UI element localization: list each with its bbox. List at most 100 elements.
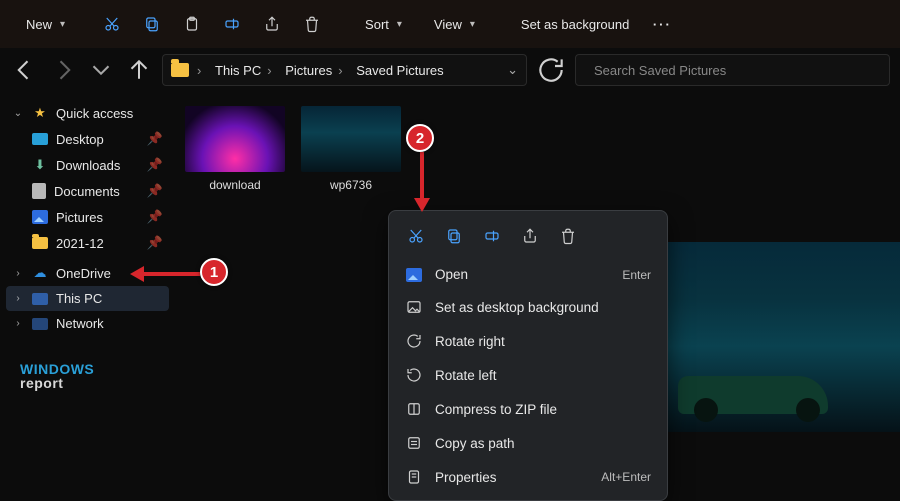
ctx-item-shortcut: Enter: [622, 268, 651, 282]
annotation-arrow-1: [142, 272, 200, 276]
ctx-properties[interactable]: Properties Alt+Enter: [389, 460, 667, 494]
paste-button[interactable]: [175, 7, 209, 41]
star-icon: ★: [32, 105, 48, 121]
sidebar-item-label: Documents: [54, 184, 120, 199]
annotation-badge-2: 2: [406, 124, 434, 152]
sidebar-item-thispc[interactable]: › This PC: [6, 286, 169, 311]
new-button[interactable]: New ▾: [10, 11, 75, 38]
ctx-item-label: Copy as path: [435, 436, 515, 451]
ctx-share-button[interactable]: [513, 221, 547, 251]
ctx-rename-button[interactable]: [475, 221, 509, 251]
sidebar-item-label: Desktop: [56, 132, 104, 147]
chevron-down-icon: ▾: [60, 19, 65, 30]
sidebar-item-network[interactable]: › Network: [6, 311, 169, 336]
thumbnail-image: [185, 106, 285, 172]
back-button[interactable]: [10, 55, 40, 85]
pc-icon: [32, 293, 48, 305]
sidebar-item-pictures[interactable]: Pictures 📌: [6, 204, 169, 230]
chevron-right-icon: ›: [197, 63, 207, 78]
more-button[interactable]: ···: [645, 7, 679, 41]
rename-button[interactable]: [215, 7, 249, 41]
view-button[interactable]: View ▾: [418, 11, 485, 38]
sidebar-item-desktop[interactable]: Desktop 📌: [6, 126, 169, 152]
cut-button[interactable]: [95, 7, 129, 41]
chevron-right-icon: ›: [12, 318, 24, 329]
windows-report-logo: WINDOWS report: [6, 362, 169, 390]
ctx-set-desktop-bg[interactable]: Set as desktop background: [389, 290, 667, 324]
thumbnail-label: wp6736: [301, 178, 401, 192]
copy-button[interactable]: [135, 7, 169, 41]
ctx-rotate-left[interactable]: Rotate left: [389, 358, 667, 392]
context-menu: Open Enter Set as desktop background Rot…: [388, 210, 668, 501]
search-box[interactable]: Search Saved Pictures: [575, 54, 890, 86]
breadcrumb-seg-pictures[interactable]: Pictures›: [285, 63, 348, 78]
sort-label: Sort: [365, 17, 389, 32]
ctx-item-label: Rotate left: [435, 368, 497, 383]
chevron-down-icon: ▾: [470, 19, 475, 30]
setbg-label: Set as background: [521, 17, 629, 32]
ctx-item-label: Compress to ZIP file: [435, 402, 557, 417]
sidebar-item-downloads[interactable]: ⬇ Downloads 📌: [6, 152, 169, 178]
new-label: New: [26, 17, 52, 32]
desktop-icon: [32, 133, 48, 145]
ctx-rotate-right[interactable]: Rotate right: [389, 324, 667, 358]
nav-row: › This PC› Pictures› Saved Pictures ⌄ Se…: [0, 48, 900, 92]
delete-button[interactable]: [295, 7, 329, 41]
pictures-icon: [32, 210, 48, 224]
ctx-delete-button[interactable]: [551, 221, 585, 251]
picture-icon: [405, 268, 423, 282]
sort-button[interactable]: Sort ▾: [349, 11, 412, 38]
ctx-copy-path[interactable]: Copy as path: [389, 426, 667, 460]
ctx-item-label: Properties: [435, 470, 497, 485]
cloud-icon: ☁: [32, 265, 48, 281]
file-thumbnail[interactable]: wp6736: [301, 106, 401, 192]
zip-icon: [405, 400, 423, 418]
share-button[interactable]: [255, 7, 289, 41]
refresh-button[interactable]: [535, 54, 567, 86]
ctx-open[interactable]: Open Enter: [389, 259, 667, 290]
chevron-down-icon: ⌄: [12, 108, 24, 119]
set-background-button[interactable]: Set as background: [505, 11, 639, 38]
pin-icon: 📌: [147, 235, 163, 251]
pin-icon: 📌: [147, 157, 163, 173]
properties-icon: [405, 468, 423, 486]
copy-path-icon: [405, 434, 423, 452]
sidebar-item-label: 2021-12: [56, 236, 104, 251]
pin-icon: 📌: [147, 209, 163, 225]
pin-icon: 📌: [147, 183, 163, 199]
ctx-compress-zip[interactable]: Compress to ZIP file: [389, 392, 667, 426]
pin-icon: 📌: [147, 131, 163, 147]
ctx-item-label: Set as desktop background: [435, 300, 599, 315]
ctx-item-label: Rotate right: [435, 334, 505, 349]
annotation-badge-1: 1: [200, 258, 228, 286]
breadcrumb-seg-thispc[interactable]: This PC›: [215, 63, 277, 78]
search-placeholder: Search Saved Pictures: [594, 63, 726, 78]
up-button[interactable]: [124, 55, 154, 85]
breadcrumb-seg-saved[interactable]: Saved Pictures: [356, 63, 443, 78]
thumbnail-image: [301, 106, 401, 172]
file-thumbnail[interactable]: download: [185, 106, 285, 192]
recent-button[interactable]: [86, 55, 116, 85]
ctx-cut-button[interactable]: [399, 221, 433, 251]
network-icon: [32, 318, 48, 330]
sidebar-quick-access[interactable]: ⌄ ★ Quick access: [6, 100, 169, 126]
thumbnail-label: download: [185, 178, 285, 192]
wallpaper-icon: [405, 298, 423, 316]
rotate-left-icon: [405, 366, 423, 384]
sidebar-item-label: Pictures: [56, 210, 103, 225]
breadcrumb[interactable]: › This PC› Pictures› Saved Pictures ⌄: [162, 54, 527, 86]
view-label: View: [434, 17, 462, 32]
sidebar-item-documents[interactable]: Documents 📌: [6, 178, 169, 204]
preview-pane: [655, 242, 900, 432]
annotation-arrow-2: [420, 152, 424, 200]
chevron-right-icon: ›: [12, 268, 24, 279]
sidebar: ⌄ ★ Quick access Desktop 📌 ⬇ Downloads 📌…: [0, 92, 175, 500]
ctx-copy-button[interactable]: [437, 221, 471, 251]
ctx-item-label: Open: [435, 267, 468, 282]
forward-button[interactable]: [48, 55, 78, 85]
chevron-down-icon[interactable]: ⌄: [507, 62, 518, 78]
chevron-right-icon: ›: [12, 293, 24, 304]
sidebar-item-dated-folder[interactable]: 2021-12 📌: [6, 230, 169, 256]
folder-icon: [32, 237, 48, 249]
ctx-item-shortcut: Alt+Enter: [601, 470, 651, 484]
